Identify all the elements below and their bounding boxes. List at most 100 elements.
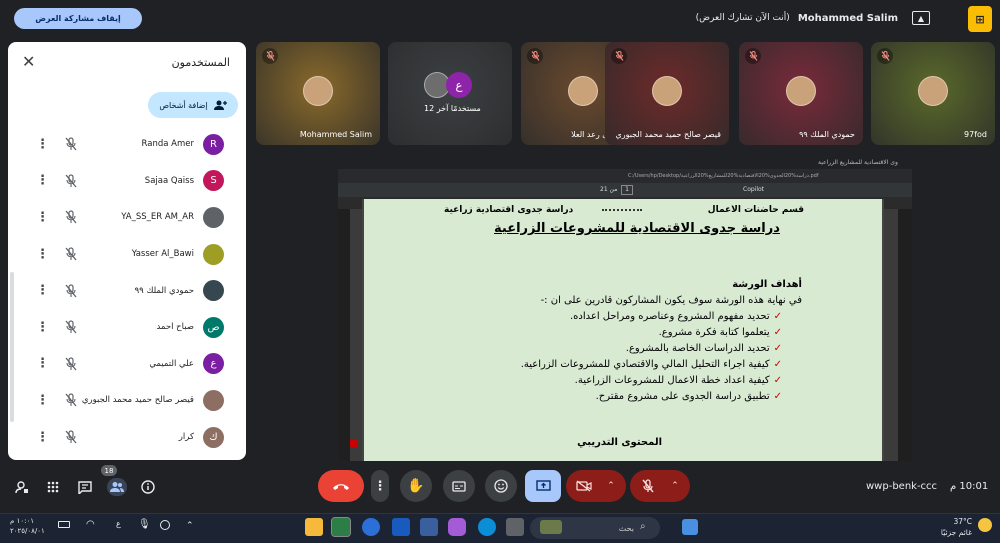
add-people-button[interactable]: إضافة أشخاص xyxy=(148,92,238,118)
more-vert-icon[interactable]: ⋮ xyxy=(36,210,49,225)
mic-off-icon xyxy=(65,210,77,224)
camera-options-chevron-icon[interactable]: ⌃ xyxy=(599,481,623,491)
meet-app-icon[interactable]: ⊞ xyxy=(968,6,992,32)
more-vert-icon[interactable]: ⋮ xyxy=(36,247,49,262)
meeting-time: 10:01 م xyxy=(950,481,989,492)
doc-bullet-text: تحديد الدراسات الخاصة بالمشروع. xyxy=(625,343,770,354)
panel-title: المستخدمون xyxy=(171,56,230,69)
participant-tile-name: Mohammed Salim xyxy=(299,130,372,139)
emoji-icon xyxy=(494,479,508,493)
mic-options-chevron-icon[interactable]: ⌃ xyxy=(663,481,687,491)
host-controls-icon[interactable] xyxy=(13,478,31,496)
pdf-page: قسم حاضنات الاعمال دراسة جدوى اقتصادية ز… xyxy=(362,199,884,461)
more-vert-icon[interactable]: ⋮ xyxy=(36,173,49,188)
participant-row[interactable]: ⋮ YA_SS_ER AM_AR xyxy=(8,199,246,236)
check-icon: ✓ xyxy=(773,359,782,370)
word-icon[interactable] xyxy=(392,518,410,536)
people-icon[interactable] xyxy=(107,478,127,496)
participant-name: YA_SS_ER AM_AR xyxy=(121,212,194,223)
more-vert-icon[interactable]: ⋮ xyxy=(36,320,49,335)
doc-header-left: دراسة جدوى اقتصادية زراعية xyxy=(444,205,574,215)
mic-off-icon[interactable] xyxy=(633,479,663,493)
windows-start-icon[interactable] xyxy=(682,519,698,535)
participant-row[interactable]: ⋮ Randa Amer R xyxy=(8,126,246,163)
participant-tile-name: 97fod xyxy=(964,130,987,139)
tray-expand-icon[interactable]: ⌃ xyxy=(186,521,194,531)
volume-icon[interactable] xyxy=(160,520,170,530)
pdf-copilot[interactable]: Copilot xyxy=(743,186,764,193)
mic-tray-icon[interactable]: 🎙 xyxy=(138,519,151,530)
avatar: ص xyxy=(203,316,224,338)
doc-bullet-text: تحديد مفهوم المشروع وعناصره ومراحل اعداد… xyxy=(569,311,770,322)
doc-bullet: ✓تطبيق دراسة الجدوى على مشروع مقترح. xyxy=(596,391,782,402)
taskbar-app2-icon[interactable] xyxy=(506,518,524,536)
mic-off-icon xyxy=(262,48,278,64)
more-vert-icon[interactable]: ⋮ xyxy=(36,283,49,298)
avatar: ع xyxy=(446,72,472,98)
doc-section-title: أهداف الورشة xyxy=(732,279,802,290)
pdf-page-number[interactable]: 1 xyxy=(621,185,633,195)
participant-row[interactable]: ⋮ Yasser Al_Bawi xyxy=(8,236,246,273)
participant-tile[interactable]: حمودي الملك ٩٩ xyxy=(739,42,863,145)
copilot-icon[interactable] xyxy=(448,518,466,536)
participant-tile[interactable]: قيصر صالح حميد محمد الجبوري xyxy=(605,42,729,145)
mic-off-icon xyxy=(65,357,77,371)
avatar xyxy=(568,75,598,106)
participant-tile-name: حمودي الملك ٩٩ xyxy=(799,130,855,139)
participant-tile[interactable]: 97fod xyxy=(871,42,995,145)
more-vert-icon[interactable]: ⋮ xyxy=(36,430,49,445)
leave-call-button[interactable] xyxy=(318,470,364,502)
edge-copilot-icon[interactable] xyxy=(362,518,380,536)
stop-sharing-button[interactable]: إيقاف مشاركة العرض xyxy=(14,8,142,29)
weather-widget[interactable]: 37°C غائم جزئيًا xyxy=(941,516,972,538)
mic-off-icon xyxy=(65,174,77,188)
participant-tile[interactable]: Mohammed Salim xyxy=(256,42,380,145)
tray-time: ١٠:٠١ م xyxy=(10,517,34,525)
participant-row[interactable]: ⋮ صباح احمد ص xyxy=(8,309,246,346)
input-language[interactable]: ع xyxy=(116,519,121,528)
temperature: 37°C xyxy=(953,517,972,526)
mic-off-icon xyxy=(611,48,627,64)
more-vert-icon: ⋮ xyxy=(373,478,387,494)
captions-button[interactable] xyxy=(443,470,475,502)
search-highlight-icon xyxy=(540,520,562,534)
presenter-name: Mohammed Salim xyxy=(797,12,898,24)
avatar xyxy=(918,75,948,106)
doc-bullet-text: كيفية اجراء التحليل المالي والاقتصادي لل… xyxy=(520,359,770,370)
browser-address-bar[interactable]: C:/Users/hp/Desktop/دراسة%20الجدوى%20الا… xyxy=(338,169,912,183)
reactions-button[interactable] xyxy=(485,470,517,502)
camera-off-icon[interactable] xyxy=(569,480,599,492)
mic-off-icon xyxy=(65,393,77,407)
present-screen-icon xyxy=(535,480,551,491)
taskbar-window-icon[interactable] xyxy=(420,518,438,536)
participant-row[interactable]: ⋮ علي التميمي ع xyxy=(8,346,246,383)
participant-row[interactable]: ⋮ كرار ك xyxy=(8,419,246,456)
wifi-icon[interactable]: ◠ xyxy=(86,519,95,530)
file-explorer-icon[interactable] xyxy=(305,518,323,536)
participant-tile[interactable]: ع 12 مستخدمًا آخر xyxy=(388,42,512,145)
more-vert-icon[interactable]: ⋮ xyxy=(36,137,49,152)
search-label: بحث xyxy=(618,523,634,533)
doc-intro: في نهاية هذه الورشة سوف يكون المشاركون ق… xyxy=(540,295,802,306)
doc-bullet-text: تطبيق دراسة الجدوى على مشروع مقترح. xyxy=(595,391,770,402)
more-options-button[interactable]: ⋮ xyxy=(371,470,389,502)
mic-off-icon xyxy=(65,247,77,261)
browser-tab-title[interactable]: دراسة الجدوى الاقتصادية للمشاريع الزراعي… xyxy=(818,159,898,166)
present-now-button[interactable] xyxy=(525,470,561,502)
chat-icon[interactable] xyxy=(76,478,94,496)
participant-row[interactable]: ⋮ حمودي الملك ٩٩ xyxy=(8,272,246,309)
battery-icon[interactable] xyxy=(58,521,70,528)
info-icon[interactable] xyxy=(139,478,157,496)
more-vert-icon[interactable]: ⋮ xyxy=(36,356,49,371)
raise-hand-button[interactable]: ✋ xyxy=(400,470,432,502)
more-vert-icon[interactable]: ⋮ xyxy=(36,393,49,408)
edge-icon[interactable] xyxy=(478,518,496,536)
apps-grid-icon[interactable] xyxy=(44,478,62,496)
taskbar-app-icon[interactable] xyxy=(331,517,351,537)
tray-clock[interactable]: ١٠:٠١ م ٢٠٢٥/٠٨/٠١ xyxy=(10,516,45,536)
participant-row[interactable]: ⋮ قيصر صالح حميد محمد الجبوري xyxy=(8,382,246,419)
participant-row[interactable]: ⋮ Sajaa Qaiss S xyxy=(8,163,246,200)
doc-bullet: ✓كيفية اعداد خطة الاعمال للمشروعات الزرا… xyxy=(575,375,782,386)
close-icon[interactable]: ✕ xyxy=(22,52,35,71)
mic-group: ⌃ xyxy=(630,470,690,502)
